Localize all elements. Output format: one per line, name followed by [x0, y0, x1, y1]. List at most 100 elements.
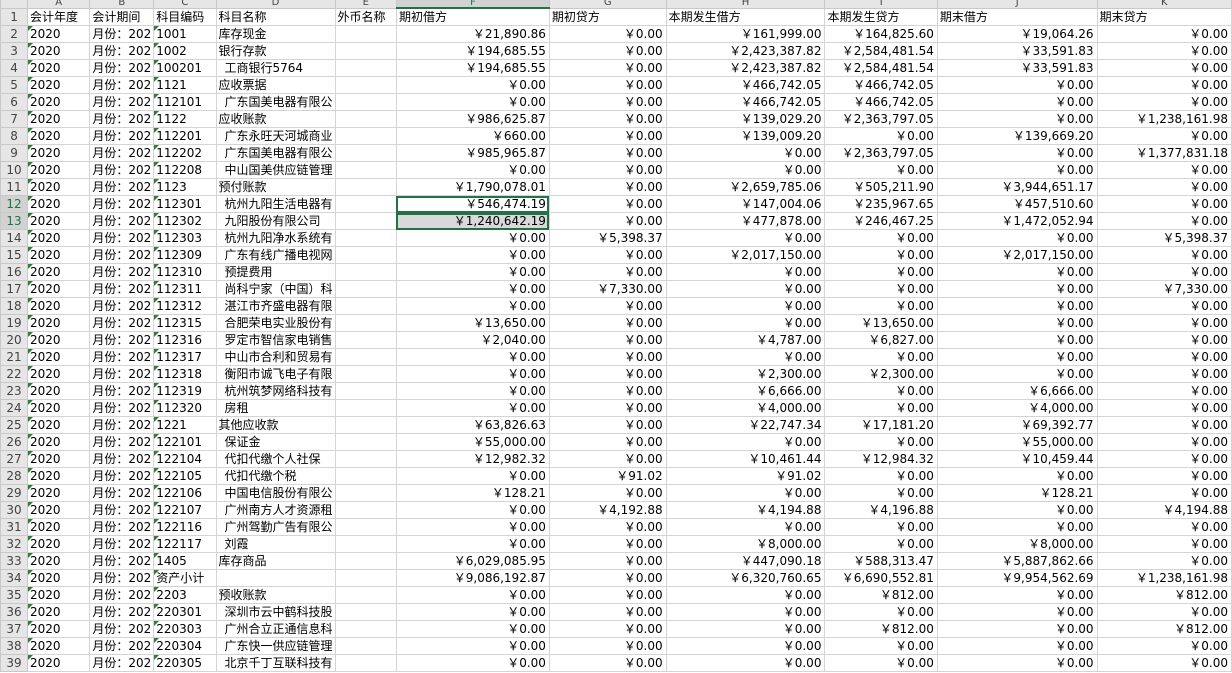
column-header-G[interactable]: G: [548, 0, 667, 9]
cell[interactable]: ￥55,000.00: [395, 433, 550, 451]
row-number[interactable]: 22: [0, 365, 29, 383]
cell[interactable]: ￥4,194.88: [1096, 501, 1232, 519]
cell[interactable]: ￥0.00: [548, 637, 667, 655]
cell[interactable]: [334, 637, 397, 655]
cell[interactable]: ￥6,320,760.65: [665, 569, 826, 587]
cell[interactable]: ￥4,196.88: [824, 501, 938, 519]
cell[interactable]: ￥0.00: [548, 552, 667, 570]
cell[interactable]: ￥5,398.37: [548, 229, 667, 247]
cell[interactable]: ￥128.21: [936, 484, 1098, 502]
row-number[interactable]: 23: [0, 382, 29, 400]
cell[interactable]: ￥0.00: [936, 586, 1098, 604]
cell[interactable]: ￥0.00: [548, 620, 667, 638]
cell[interactable]: 杭州九阳生活电器有: [215, 195, 336, 213]
cell[interactable]: [334, 161, 397, 179]
cell[interactable]: ￥13,650.00: [395, 314, 550, 332]
cell[interactable]: 2020: [27, 450, 91, 468]
row-number[interactable]: 30: [0, 501, 29, 519]
cell[interactable]: ￥194,685.55: [395, 42, 550, 60]
cell[interactable]: [334, 127, 397, 145]
cell[interactable]: ￥8,000.00: [936, 535, 1098, 553]
cell[interactable]: 月份：202: [89, 620, 155, 638]
cell[interactable]: 2020: [27, 161, 91, 179]
row-number[interactable]: 28: [0, 467, 29, 485]
cell[interactable]: ￥139,009.20: [665, 127, 826, 145]
row-number[interactable]: 34: [0, 569, 29, 587]
cell[interactable]: ￥0.00: [936, 331, 1098, 349]
cell[interactable]: 1002: [153, 42, 217, 60]
cell[interactable]: 月份：202: [89, 348, 155, 366]
cell[interactable]: 122104: [153, 450, 217, 468]
cell[interactable]: ￥12,984.32: [824, 450, 938, 468]
cell[interactable]: 月份：202: [89, 110, 155, 128]
cell[interactable]: 2020: [27, 59, 91, 77]
cell[interactable]: 预提费用: [215, 263, 336, 281]
cell[interactable]: ￥0.00: [548, 297, 667, 315]
header-cell[interactable]: 期末贷方: [1096, 7, 1232, 26]
cell[interactable]: 工商银行5764: [215, 59, 336, 77]
cell[interactable]: ￥0.00: [395, 382, 550, 400]
cell[interactable]: ￥0.00: [1096, 382, 1232, 400]
cell[interactable]: ￥0.00: [824, 348, 938, 366]
cell[interactable]: [334, 467, 397, 485]
row-number[interactable]: 37: [0, 620, 29, 638]
cell[interactable]: [334, 450, 397, 468]
cell[interactable]: ￥147,004.06: [665, 195, 826, 213]
cell[interactable]: ￥0.00: [1096, 416, 1232, 434]
cell[interactable]: ￥0.00: [1096, 331, 1232, 349]
cell[interactable]: 2020: [27, 586, 91, 604]
row-number[interactable]: 21: [0, 348, 29, 366]
cell[interactable]: ￥33,591.83: [936, 59, 1098, 77]
cell[interactable]: [334, 586, 397, 604]
cell[interactable]: ￥0.00: [1096, 161, 1232, 179]
cell[interactable]: 代扣代缴个人社保: [215, 450, 336, 468]
column-header-J[interactable]: J: [936, 0, 1098, 9]
cell[interactable]: 杭州筑梦网络科技有: [215, 382, 336, 400]
row-number[interactable]: 13: [0, 212, 29, 230]
row-number[interactable]: 35: [0, 586, 29, 604]
cell[interactable]: 2020: [27, 314, 91, 332]
cell[interactable]: ￥0.00: [548, 161, 667, 179]
cell[interactable]: 广东永旺天河城商业: [215, 127, 336, 145]
cell[interactable]: ￥812.00: [1096, 620, 1232, 638]
cell[interactable]: ￥0.00: [936, 501, 1098, 519]
cell[interactable]: 112302: [153, 212, 217, 230]
cell[interactable]: 112208: [153, 161, 217, 179]
cell[interactable]: [334, 416, 397, 434]
cell[interactable]: ￥0.00: [548, 59, 667, 77]
cell[interactable]: 广州合立正通信息科: [215, 620, 336, 638]
cell[interactable]: 月份：202: [89, 637, 155, 655]
cell[interactable]: ￥91.02: [665, 467, 826, 485]
cell[interactable]: ￥0.00: [548, 263, 667, 281]
cell[interactable]: 112318: [153, 365, 217, 383]
cell[interactable]: 中国电信股份有限公: [215, 484, 336, 502]
cell[interactable]: 2020: [27, 178, 91, 196]
cell[interactable]: 1001: [153, 25, 217, 43]
cell[interactable]: ￥128.21: [395, 484, 550, 502]
cell[interactable]: 1121: [153, 76, 217, 94]
cell[interactable]: ￥0.00: [665, 314, 826, 332]
cell[interactable]: 220303: [153, 620, 217, 638]
cell[interactable]: 2020: [27, 263, 91, 281]
cell[interactable]: ￥7,330.00: [1096, 280, 1232, 298]
cell[interactable]: 其他应收款: [215, 416, 336, 434]
cell[interactable]: ￥0.00: [936, 603, 1098, 621]
cell[interactable]: ￥660.00: [395, 127, 550, 145]
cell[interactable]: 月份：202: [89, 76, 155, 94]
cell[interactable]: ￥0.00: [824, 246, 938, 264]
cell[interactable]: ￥2,363,797.05: [824, 110, 938, 128]
cell[interactable]: 月份：202: [89, 654, 155, 672]
cell[interactable]: 112319: [153, 382, 217, 400]
cell[interactable]: ￥2,423,387.82: [665, 59, 826, 77]
cell[interactable]: ￥6,666.00: [665, 382, 826, 400]
cell[interactable]: ￥0.00: [548, 42, 667, 60]
cell[interactable]: 112301: [153, 195, 217, 213]
cell[interactable]: ￥0.00: [1096, 76, 1232, 94]
cell[interactable]: 月份：202: [89, 229, 155, 247]
cell[interactable]: 月份：202: [89, 127, 155, 145]
cell[interactable]: ￥0.00: [936, 365, 1098, 383]
cell[interactable]: ￥0.00: [665, 161, 826, 179]
cell[interactable]: 2020: [27, 603, 91, 621]
row-number[interactable]: 2: [0, 25, 29, 43]
cell[interactable]: ￥0.00: [1096, 348, 1232, 366]
